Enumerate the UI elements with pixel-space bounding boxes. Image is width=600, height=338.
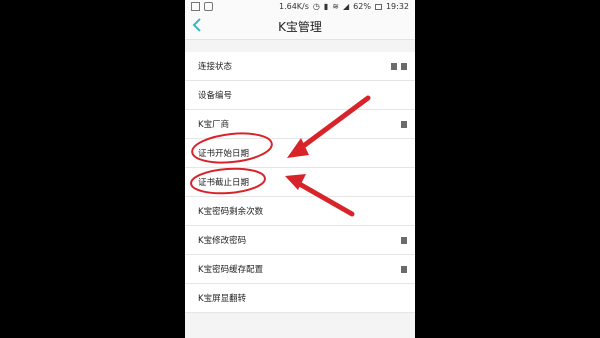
- list-item-label: K宝厂商: [198, 120, 230, 130]
- network-speed: 1.64K/s: [278, 2, 309, 11]
- signal-icon: ▮: [323, 2, 329, 11]
- list-item-manufacturer[interactable]: K宝厂商: [185, 110, 415, 139]
- list-item-password-remaining[interactable]: K宝密码剩余次数: [185, 197, 415, 226]
- status-bar: 1.64K/s ◷ ▮ ≋ ◢ 62% 19:32: [185, 0, 415, 13]
- battery-icon: [374, 3, 382, 10]
- page-title: K宝管理: [278, 19, 322, 34]
- phone-screen: 1.64K/s ◷ ▮ ≋ ◢ 62% 19:32 K宝管理 连接状态 设备编号…: [185, 0, 415, 338]
- list-item-label: 证书截止日期: [198, 178, 250, 188]
- status-indicator-icon: [401, 120, 407, 128]
- status-time: 19:32: [385, 2, 409, 11]
- notification-icon: [191, 2, 200, 11]
- list-item-label: 设备编号: [198, 91, 233, 101]
- list-item-label: K宝密码缓存配置: [198, 265, 264, 275]
- list-item-label: K宝密码剩余次数: [198, 207, 264, 217]
- list-item-label: K宝屏显翻转: [198, 294, 247, 304]
- chat-icon: [204, 2, 213, 11]
- settings-list: 连接状态 设备编号 K宝厂商 证书开始日期 证书截止日期 K宝密码剩余次数 K宝…: [185, 52, 415, 313]
- list-item-cert-start-date[interactable]: 证书开始日期: [185, 139, 415, 168]
- list-item-label: K宝修改密码: [198, 236, 247, 246]
- battery-percent: 62%: [353, 2, 371, 11]
- list-item-connection-status[interactable]: 连接状态: [185, 52, 415, 81]
- status-indicator-icon: [391, 62, 397, 70]
- wifi-icon: ≋: [332, 2, 339, 11]
- cellular-icon: ◢: [343, 2, 350, 11]
- list-item-screen-flip[interactable]: K宝屏显翻转: [185, 284, 415, 313]
- status-indicator-icon: [401, 265, 407, 273]
- list-item-label: 连接状态: [198, 62, 233, 72]
- alarm-icon: ◷: [312, 2, 320, 11]
- list-item-cert-end-date[interactable]: 证书截止日期: [185, 168, 415, 197]
- list-item-change-password[interactable]: K宝修改密码: [185, 226, 415, 255]
- list-item-device-id[interactable]: 设备编号: [185, 81, 415, 110]
- status-indicator-icon: [401, 62, 407, 70]
- navigation-bar: K宝管理: [185, 13, 415, 40]
- status-indicator-icon: [401, 236, 407, 244]
- list-item-label: 证书开始日期: [198, 149, 250, 159]
- list-item-password-cache-config[interactable]: K宝密码缓存配置: [185, 255, 415, 284]
